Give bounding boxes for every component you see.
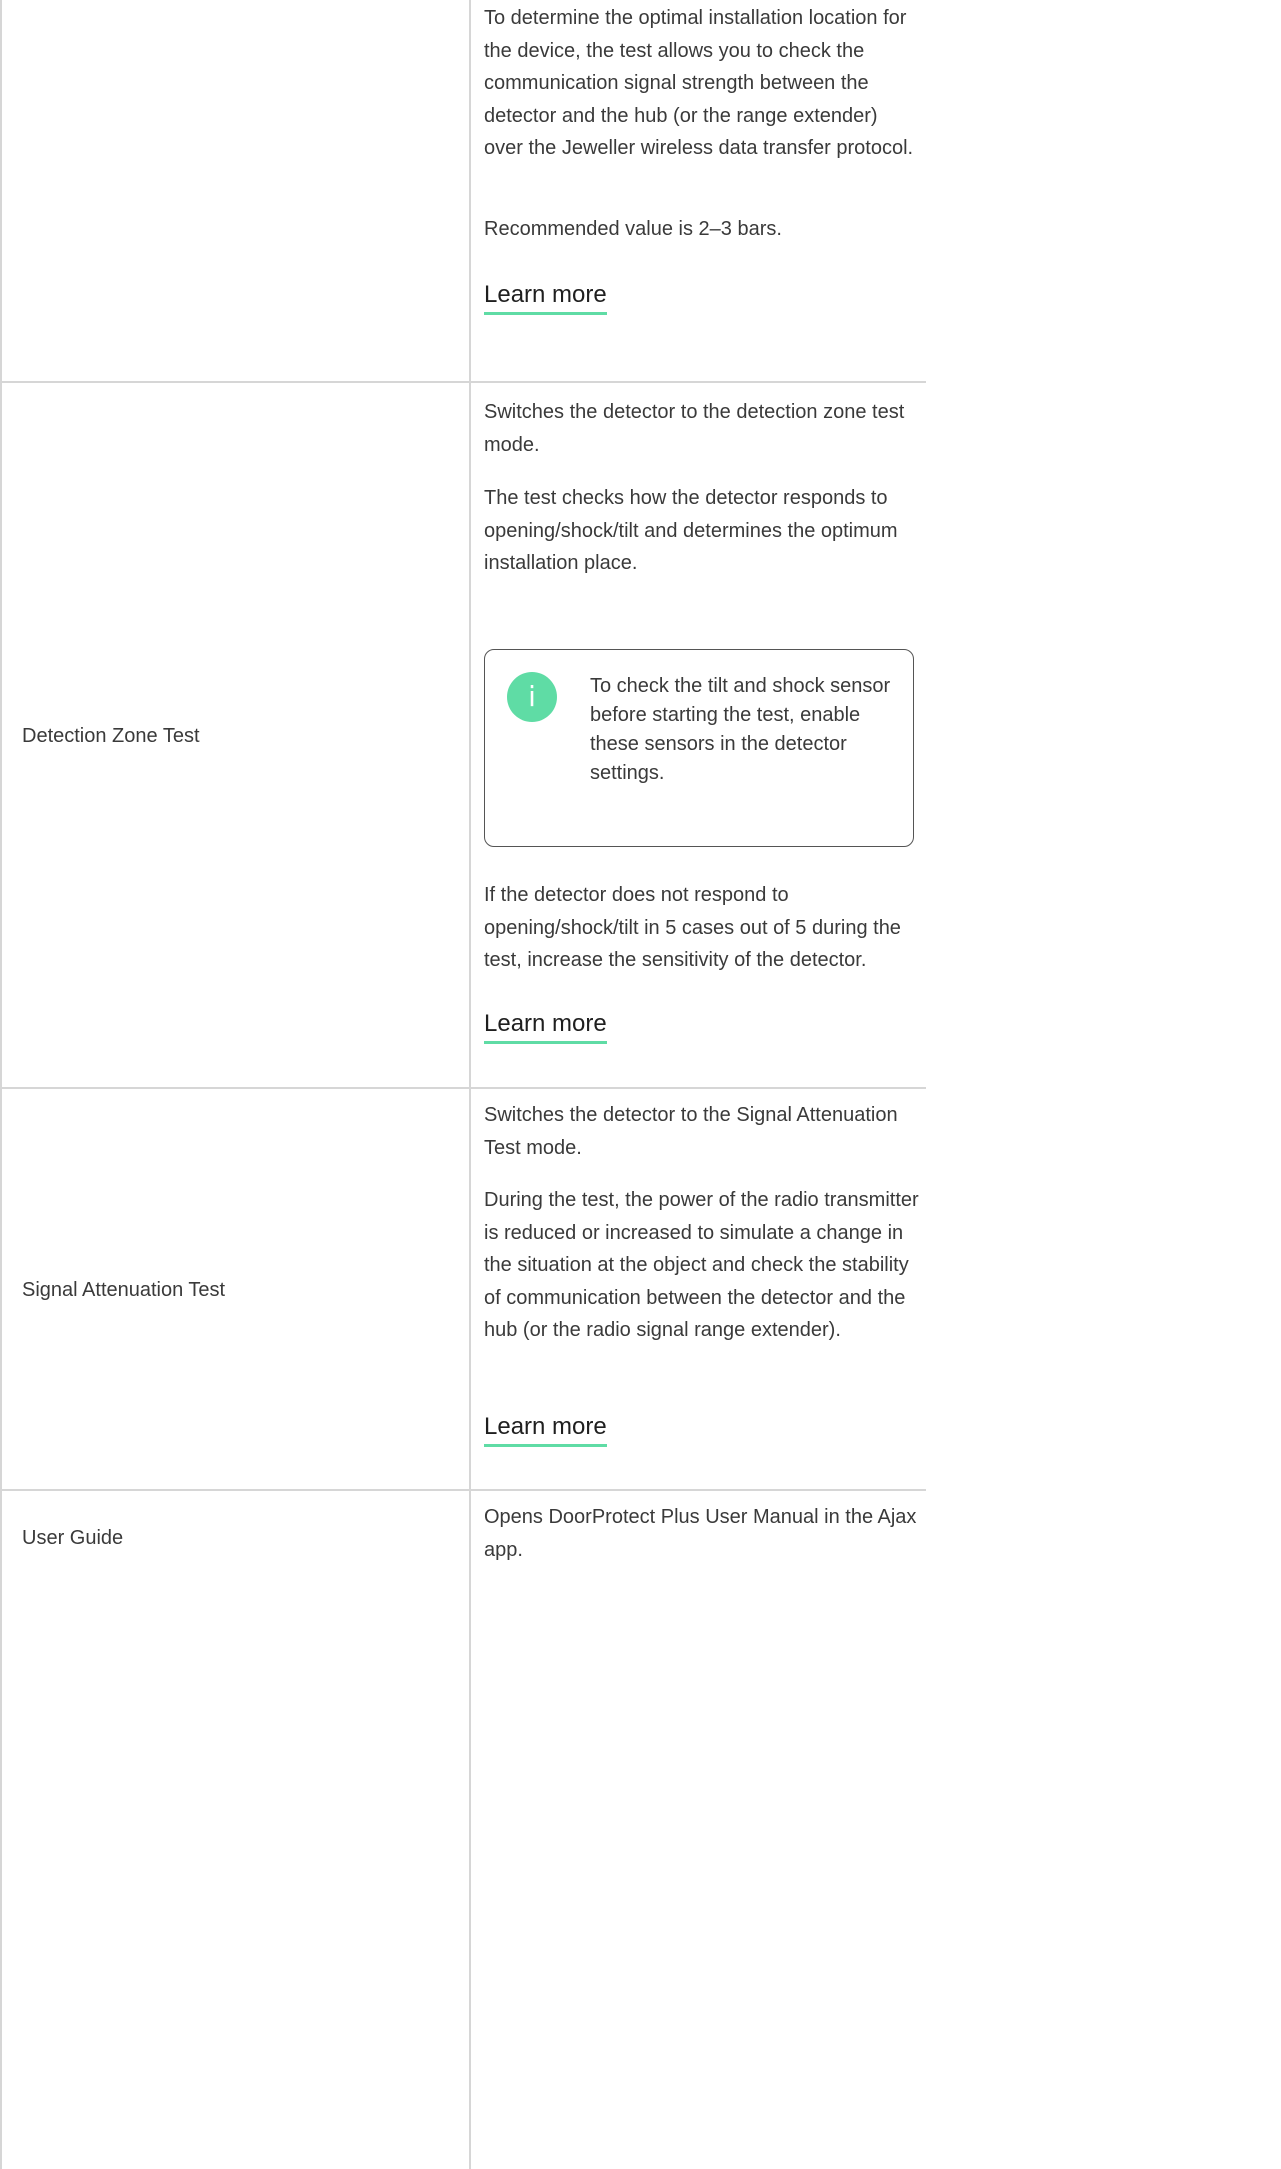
table-border-left — [0, 0, 2, 2169]
detection-zone-description: Switches the detector to the detection z… — [484, 401, 905, 456]
row-label-user-guide: User Guide — [22, 1527, 124, 1549]
row-divider — [0, 381, 926, 383]
signal-attenuation-details: During the test, the power of the radio … — [484, 1189, 919, 1341]
signal-attenuation-description: Switches the detector to the Signal Atte… — [484, 1104, 898, 1159]
info-note-text: To check the tilt and shock sensor befor… — [590, 675, 891, 784]
row-divider — [0, 1489, 926, 1491]
row-label-signal-attenuation-test: Signal Attenuation Test — [22, 1279, 226, 1301]
info-icon: i — [507, 672, 557, 722]
row-label-detection-zone-test: Detection Zone Test — [22, 725, 200, 747]
signal-strength-description: To determine the optimal installation lo… — [484, 7, 914, 159]
detection-zone-test-details: The test checks how the detector respond… — [484, 487, 898, 574]
signal-strength-recommendation: Recommended value is 2–3 bars. — [484, 218, 782, 240]
user-guide-description: Opens DoorProtect Plus User Manual in th… — [484, 1506, 917, 1561]
row-divider — [0, 1087, 926, 1089]
detection-zone-sensitivity-note: If the detector does not respond to open… — [484, 884, 901, 971]
info-note-box: i To check the tilt and shock sensor bef… — [484, 649, 914, 847]
table-column-divider — [469, 0, 471, 2169]
learn-more-link-detection-zone[interactable]: Learn more — [484, 1009, 607, 1044]
learn-more-link-signal-strength[interactable]: Learn more — [484, 280, 607, 315]
learn-more-link-signal-attenuation[interactable]: Learn more — [484, 1412, 607, 1447]
